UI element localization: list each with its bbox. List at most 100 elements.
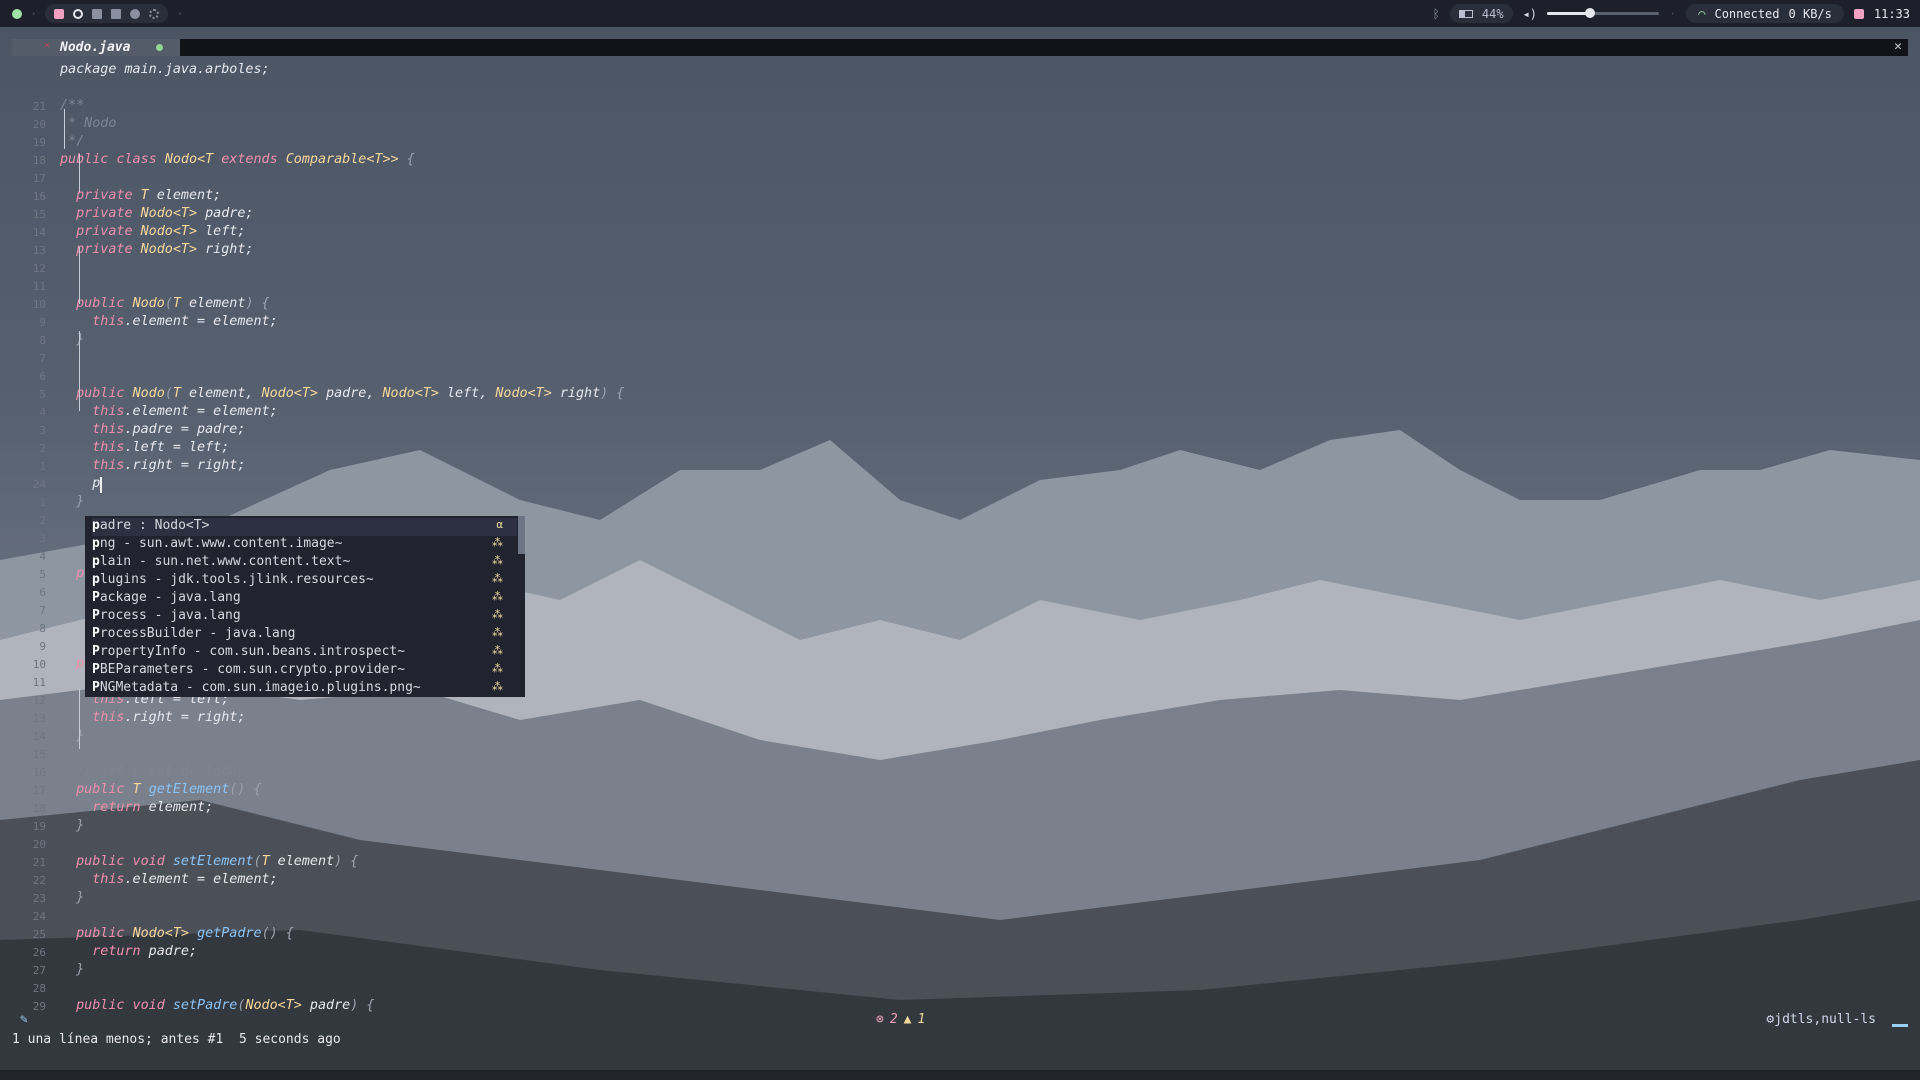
error-icon: ⊗ [876,1012,884,1027]
volume-slider-handle[interactable] [1584,8,1595,18]
line-number: 17 [32,172,46,185]
line-number: 13 [32,244,46,257]
code-line[interactable]: this.right = right; [60,710,245,725]
code-line[interactable]: this.right = right; [60,458,245,473]
buffer-tab-label: Nodo.java [60,40,131,55]
completion-scrollbar[interactable] [518,516,525,554]
completion-label: ropertyInfo - com.sun.beans.introspect~ [99,644,406,659]
code-line[interactable]: return element; [60,800,213,815]
code-line[interactable]: this.left = left; [60,440,229,455]
completion-match: P [92,644,100,659]
code-line[interactable]: // get y set de todos [60,764,245,779]
terminal-icon[interactable] [54,8,65,19]
folder-icon[interactable] [92,8,103,19]
code-line[interactable]: this.element = element; [60,314,277,329]
completion-item[interactable]: PropertyInfo - com.sun.beans.introspect~… [92,644,517,662]
line-number: 19 [32,820,46,833]
code-line[interactable]: public Nodo(T element) { [60,296,270,311]
code-line[interactable]: public void setPadre(Nodo<T> padre) { [60,998,374,1013]
code-line[interactable]: p [60,566,84,581]
code-line[interactable]: public void setElement(T element) { [60,854,358,869]
diagnostics[interactable]: ⊗ 2 ▲ 1 [876,1012,925,1027]
code-line[interactable]: * Nodo [60,116,116,131]
code-line[interactable]: package main.java.arboles; [60,62,270,77]
indent-guide [79,154,80,192]
code-line[interactable]: this.padre = padre; [60,422,245,437]
top-status-bar: · · ᛒ 44% ◂) · ◠ Connected 0 KB/s 11:33 [0,0,1920,27]
chat-icon[interactable] [111,8,122,19]
code-line[interactable]: p [60,476,100,491]
code-line[interactable]: return padre; [60,944,197,959]
buffer-tab-nodo-java[interactable]: ✕ Nodo.java [12,39,180,56]
code-line[interactable]: } [60,818,84,833]
completion-match: p [92,518,100,533]
calendar-icon[interactable] [1853,8,1864,19]
code-line[interactable]: p [60,656,84,671]
completion-match: P [92,662,100,677]
indent-guide [79,331,80,411]
code-line[interactable]: private Nodo<T> padre; [60,206,253,221]
wifi-icon: ◠ [1698,6,1706,21]
code-line[interactable]: } [60,962,84,977]
code-line[interactable]: public class Nodo<T extends Comparable<T… [60,152,415,167]
line-number: 8 [39,334,46,347]
completion-item[interactable]: Package - java.lang ⁂ [92,590,517,608]
line-number: 1 [39,496,46,509]
completion-item[interactable]: ProcessBuilder - java.lang ⁂ [92,626,517,644]
completion-item[interactable]: padre : Nodo<T> α [92,518,517,536]
completion-item[interactable]: PNGMetadata - com.sun.imageio.plugins.pn… [92,680,517,698]
line-number: 4 [39,550,46,563]
code-line[interactable]: this.element = element; [60,872,277,887]
line-number: 28 [32,982,46,995]
completion-item[interactable]: plain - sun.net.www.content.text~ ⁂ [92,554,517,572]
warning-count: 1 [917,1012,926,1027]
code-line[interactable]: public Nodo<T> getPadre() { [60,926,294,941]
settings-icon[interactable] [149,8,160,19]
buffer-tabline: ✕ Nodo.java ✕ [12,39,1908,56]
completion-kind-icon: ⁂ [492,662,503,675]
launcher-icon[interactable] [12,8,22,19]
code-line[interactable]: private Nodo<T> right; [60,242,253,257]
code-line[interactable]: public T getElement() { [60,782,261,797]
code-editor[interactable]: ✕ Nodo.java ✕ package main.java.arboles;… [0,27,1920,1047]
completion-label: lugins - jdk.tools.jlink.resources~ [99,572,374,587]
completion-menu[interactable]: padre : Nodo<T> α png - sun.awt.www.conten… [85,516,525,697]
line-number: 21 [32,856,46,869]
code-line[interactable]: } [60,494,84,509]
code-line[interactable]: private T element; [60,188,221,203]
code-line[interactable]: private Nodo<T> left; [60,224,245,239]
volume-icon[interactable]: ◂) [1523,7,1537,21]
progress-indicator [1892,1024,1908,1027]
error-count: 2 [889,1012,898,1027]
completion-item[interactable]: png - sun.awt.www.content.image~ ⁂ [92,536,517,554]
music-icon[interactable] [130,8,141,19]
completion-item[interactable]: PBEParameters - com.sun.crypto.provider~… [92,662,517,680]
workspace-switcher[interactable] [45,4,169,23]
close-all-icon[interactable]: ✕ [1894,39,1902,54]
browser-icon[interactable] [73,8,84,19]
line-number: 1 [39,460,46,473]
line-number: 21 [32,100,46,113]
completion-match: P [92,590,100,605]
completion-label: adre : Nodo<T> [99,518,210,533]
code-line[interactable]: this.element = element; [60,404,277,419]
code-line[interactable]: } [60,332,84,347]
network-indicator[interactable]: ◠ Connected 0 KB/s [1686,4,1844,23]
line-number: 6 [39,586,46,599]
line-number: 5 [39,568,46,581]
completion-item[interactable]: plugins - jdk.tools.jlink.resources~ ⁂ [92,572,517,590]
lsp-label: jdtls,null-ls [1774,1012,1876,1027]
completion-kind-icon: ⁂ [492,608,503,621]
volume-slider[interactable] [1547,8,1660,18]
bluetooth-icon[interactable]: ᛒ [1433,7,1440,21]
network-status: Connected [1714,6,1780,21]
code-line[interactable]: public Nodo(T element, Nodo<T> padre, No… [60,386,624,401]
completion-match: p [92,554,100,569]
close-tab-icon[interactable]: ✕ [44,40,50,51]
completion-label: NGMetadata - com.sun.imageio.plugins.png… [99,680,421,695]
line-number: 12 [32,262,46,275]
code-line[interactable]: } [60,728,84,743]
completion-item[interactable]: Process - java.lang ⁂ [92,608,517,626]
completion-label: rocessBuilder - java.lang [99,626,296,641]
code-line[interactable]: } [60,890,84,905]
